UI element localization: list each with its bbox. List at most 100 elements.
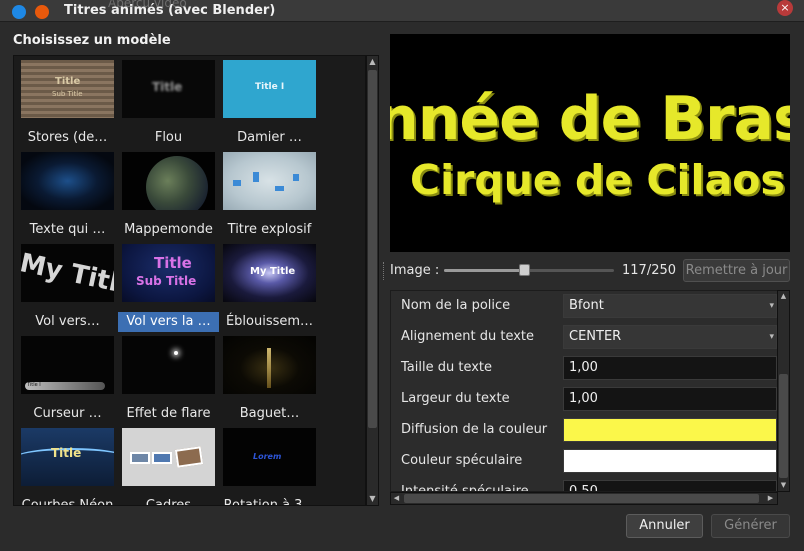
template-mappemonde[interactable]: Mappemonde (118, 150, 219, 242)
template-label: Texte qui … (29, 222, 106, 237)
template-label: Cadres (145, 498, 192, 506)
template-texte-qui[interactable]: Texte qui … (17, 150, 118, 242)
close-icon[interactable]: × (777, 0, 793, 16)
template-rotation[interactable]: Lorem Rotation à 3… (219, 426, 320, 506)
flou-thumbnail: Title (122, 60, 215, 118)
thumb-title-text: My Title (250, 266, 296, 277)
template-label: Éblouissem… (225, 314, 314, 329)
window-button-blue[interactable] (12, 5, 26, 19)
courbes-neon-thumbnail: Title (21, 428, 114, 486)
template-label: Stores (de… (27, 130, 108, 145)
scroll-right-icon[interactable]: ▶ (765, 493, 776, 504)
scroll-up-icon[interactable]: ▲ (778, 291, 789, 302)
window-title: Titres animés (avec Blender) (64, 3, 276, 18)
property-row-specular-color: Couleur spéculaire (391, 446, 777, 477)
template-curseur[interactable]: Title I Curseur … (17, 334, 118, 426)
thumb-title-text: Title (154, 254, 192, 272)
grip-handle-icon (383, 262, 386, 280)
templates-heading: Choisissez un modèle (13, 33, 171, 48)
template-label: Courbes Néon (21, 498, 114, 506)
scrollbar-thumb[interactable] (404, 494, 759, 503)
generate-button[interactable]: Générer (711, 514, 790, 538)
template-label: Vol vers la … (118, 312, 219, 332)
template-courbes-neon[interactable]: Title Courbes Néon (17, 426, 118, 506)
alignment-select[interactable]: CENTER ▾ (563, 325, 777, 349)
preview-line-1: nnée de Bras (390, 84, 790, 154)
template-grid[interactable]: Title Sub Title Stores (de… Title Flou T… (13, 55, 366, 506)
cancel-button[interactable]: Annuler (626, 514, 703, 538)
property-value: 1,00 (569, 391, 598, 406)
thumb-title-text: Title (51, 446, 82, 460)
texte-qui-thumbnail (21, 152, 114, 210)
window-button-orange[interactable] (35, 5, 49, 19)
thumb-title-text: Lorem (253, 452, 282, 461)
property-name: Taille du texte (401, 360, 492, 375)
template-label: Mappemonde (124, 222, 213, 237)
properties-panel: Nom de la police Bfont ▾ Alignement du te… (390, 290, 778, 492)
property-value: 1,00 (569, 360, 598, 375)
scroll-left-icon[interactable]: ◀ (391, 493, 402, 504)
property-row-font: Nom de la police Bfont ▾ (391, 291, 777, 322)
scrollbar-thumb[interactable] (779, 374, 788, 478)
thumb-title-text: Title I (255, 82, 285, 92)
preview-line-2: Cirque de Cilaos (410, 156, 785, 204)
template-label: Rotation à 3… (223, 498, 316, 506)
specular-intensity-field[interactable]: 0,50 (563, 480, 777, 491)
property-name: Couleur spéculaire (401, 453, 523, 468)
text-width-field[interactable]: 1,00 (563, 387, 777, 411)
thumb-subtitle-text: Sub Title (52, 90, 83, 98)
template-flou[interactable]: Title Flou (118, 58, 219, 150)
thumb-subtitle-text: Sub Title (136, 274, 197, 288)
template-cadres[interactable]: Cadres (118, 426, 219, 506)
properties-vertical-scrollbar[interactable]: ▲ ▼ (777, 290, 790, 492)
scroll-up-icon[interactable]: ▲ (367, 56, 378, 68)
baguette-thumbnail (223, 336, 316, 394)
template-label: Baguet… (239, 406, 300, 421)
thumb-title-text: Title (152, 80, 183, 94)
template-vol-vers-la[interactable]: Title Sub Title Vol vers la … (118, 242, 219, 334)
title-preview: nnée de Bras Cirque de Cilaos (390, 34, 790, 252)
template-vol-vers[interactable]: My Title Vol vers… (17, 242, 118, 334)
scroll-down-icon[interactable]: ▼ (367, 493, 378, 505)
chevron-down-icon: ▾ (769, 332, 774, 342)
template-flare[interactable]: Effet de flare (118, 334, 219, 426)
frame-slider-fill (444, 269, 524, 272)
template-label: Flou (154, 130, 183, 145)
template-label: Titre explosif (227, 222, 312, 237)
property-name: Alignement du texte (401, 329, 535, 344)
font-select[interactable]: Bfont ▾ (563, 294, 777, 318)
flare-thumbnail (122, 336, 215, 394)
mappemonde-thumbnail (122, 152, 215, 210)
property-row-specular-intensity: Intensité spéculaire 0,50 (391, 477, 777, 491)
diffuse-color-button[interactable] (563, 418, 777, 442)
template-eblouissement[interactable]: My Title Éblouissem… (219, 242, 320, 334)
frame-slider-handle[interactable] (519, 264, 530, 276)
vol-vers-thumbnail: My Title (21, 244, 114, 302)
damier-thumbnail: Title I (223, 60, 316, 118)
thumb-title-text: Title (55, 76, 81, 87)
text-size-field[interactable]: 1,00 (563, 356, 777, 380)
thumb-title-text: Title I (27, 382, 41, 388)
scrollbar-thumb[interactable] (368, 70, 377, 428)
properties-horizontal-scrollbar[interactable]: ◀ ▶ (390, 492, 778, 505)
specular-color-button[interactable] (563, 449, 777, 473)
property-name: Largeur du texte (401, 391, 510, 406)
scroll-down-icon[interactable]: ▼ (778, 480, 789, 491)
property-value: CENTER (569, 329, 622, 344)
template-damier[interactable]: Title I Damier … (219, 58, 320, 150)
template-label: Curseur … (33, 406, 102, 421)
template-titre-explosif[interactable]: Titre explosif (219, 150, 320, 242)
property-value: Bfont (569, 298, 604, 313)
template-label: Effet de flare (126, 406, 211, 421)
title-bar: Aperçu vidéo Titres animés (avec Blender… (0, 0, 804, 22)
image-label: Image : (390, 263, 440, 278)
template-stores[interactable]: Title Sub Title Stores (de… (17, 58, 118, 150)
frame-count: 117/250 (622, 263, 677, 278)
property-row-diffuse-color: Diffusion de la couleur (391, 415, 777, 446)
template-grid-scrollbar[interactable]: ▲ ▼ (366, 55, 379, 506)
template-baguette[interactable]: Baguet… (219, 334, 320, 426)
reset-button[interactable]: Remettre à jour (683, 259, 790, 282)
vol-vers-la-thumbnail: Title Sub Title (122, 244, 215, 302)
frame-slider[interactable] (444, 264, 614, 276)
eblouissement-thumbnail: My Title (223, 244, 316, 302)
